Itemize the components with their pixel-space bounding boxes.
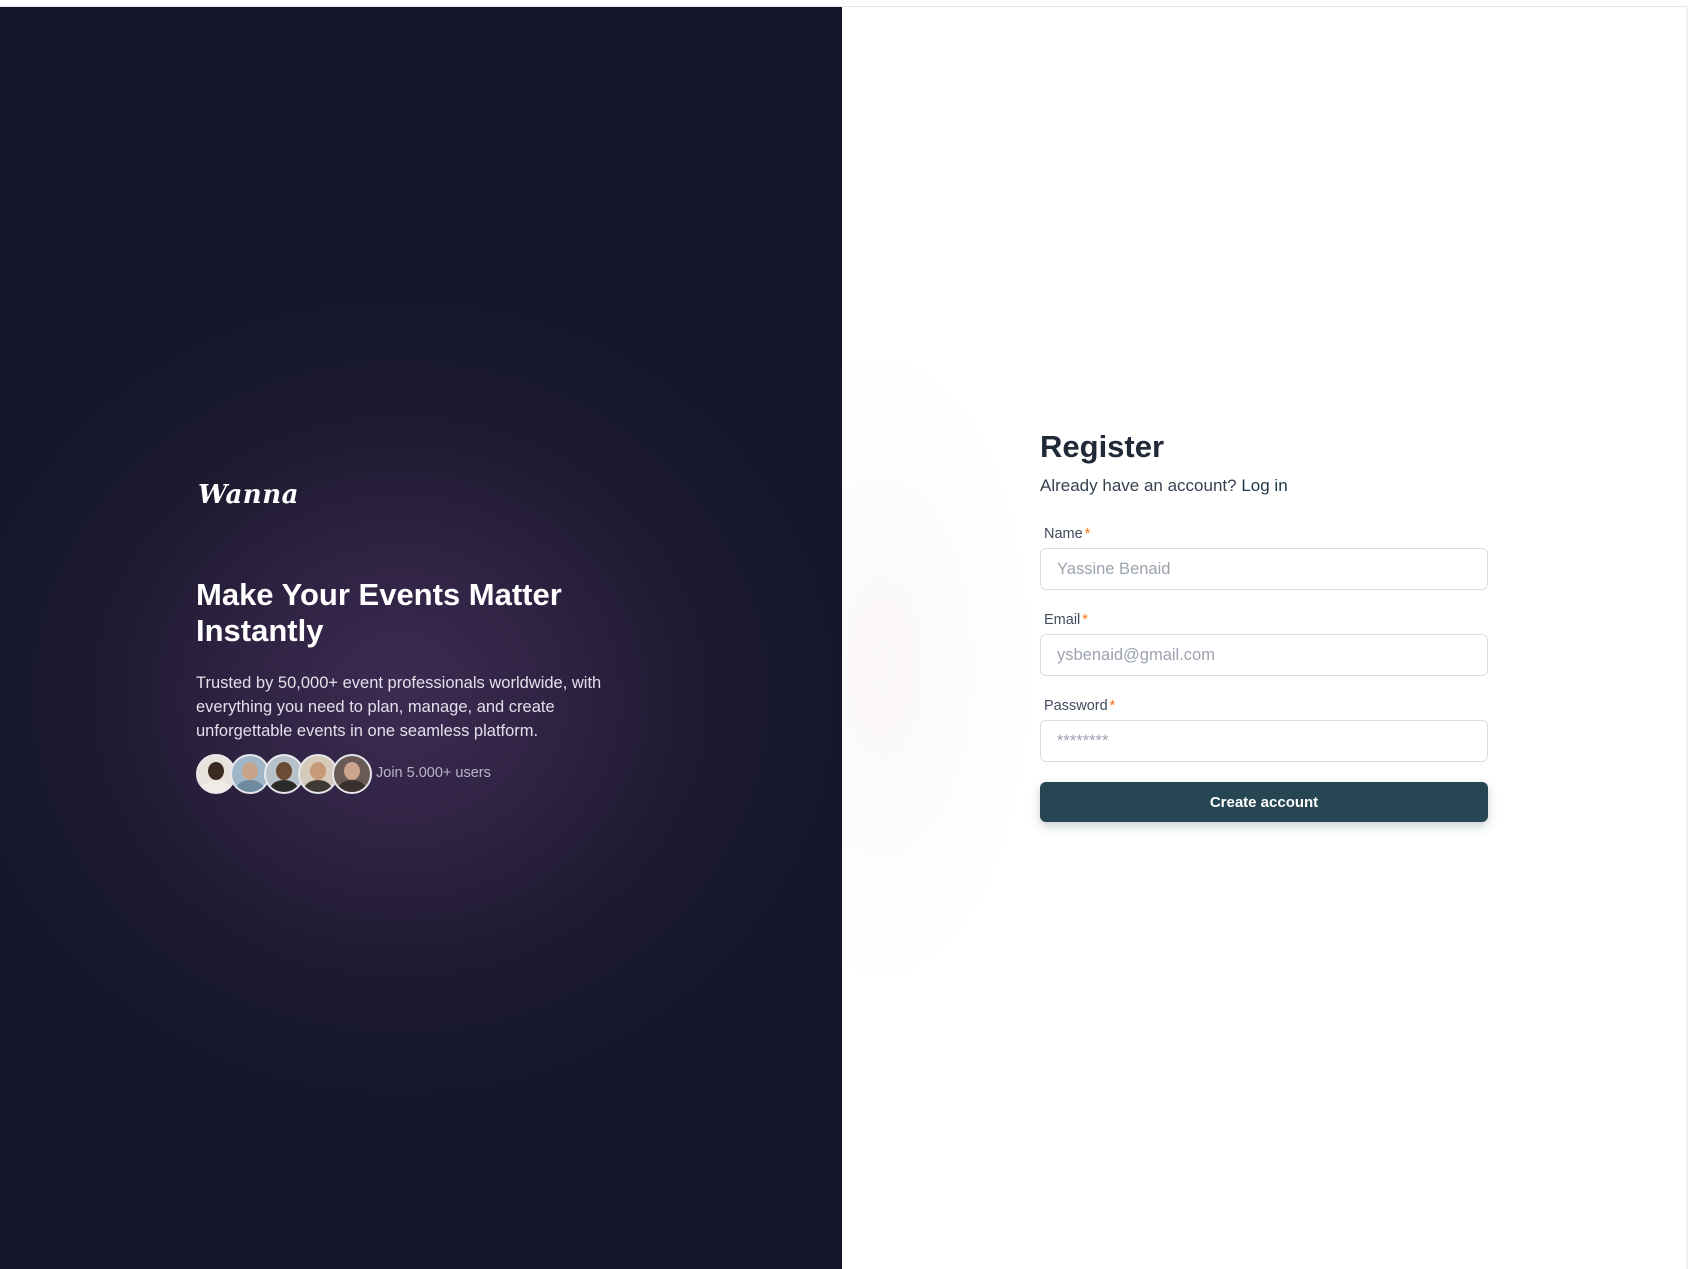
name-label: Name *	[1044, 526, 1488, 542]
brand-logo: Wanna	[198, 480, 299, 510]
required-marker: *	[1109, 698, 1116, 714]
password-label: Password *	[1044, 698, 1488, 714]
login-prompt: Already have an account?	[1040, 476, 1237, 495]
password-label-text: Password	[1044, 698, 1108, 714]
avatar-head	[310, 762, 326, 780]
avatar-head	[276, 762, 292, 780]
avatar-body	[338, 780, 366, 792]
avatar-body	[270, 780, 298, 792]
user-avatar-5	[332, 754, 372, 794]
email-field-group: Email *	[1040, 612, 1488, 676]
email-input[interactable]	[1040, 634, 1488, 676]
avatar-body	[202, 780, 230, 792]
email-label: Email *	[1044, 612, 1488, 628]
avatar-head	[242, 762, 258, 780]
avatar-body	[304, 780, 332, 792]
password-field-group: Password *	[1040, 698, 1488, 762]
email-label-text: Email	[1044, 612, 1081, 628]
join-users-text: Join 5.000+ users	[376, 765, 491, 781]
name-input[interactable]	[1040, 548, 1488, 590]
user-avatars	[196, 754, 372, 794]
page-title: Register	[1040, 429, 1165, 464]
register-page: Wanna Make Your Events Matter Instantly …	[0, 0, 1688, 1269]
avatar-head	[208, 762, 224, 780]
create-account-button[interactable]: Create account	[1040, 782, 1488, 822]
register-form: Register Already have an account? Log in…	[1040, 428, 1488, 822]
hero-headline: Make Your Events Matter Instantly	[196, 577, 562, 648]
login-prompt-line: Already have an account? Log in	[1040, 476, 1488, 496]
hero-description: Trusted by 50,000+ event professionals w…	[196, 674, 602, 740]
required-marker: *	[1084, 526, 1091, 542]
login-link[interactable]: Log in	[1241, 476, 1287, 495]
required-marker: *	[1082, 612, 1088, 628]
name-label-text: Name	[1044, 526, 1083, 542]
avatar-head	[344, 762, 360, 780]
avatar-body	[236, 780, 264, 792]
form-fields: Name* Email* Password*	[1040, 526, 1488, 762]
name-field-group: Name *	[1040, 526, 1488, 590]
password-input[interactable]	[1040, 720, 1488, 762]
